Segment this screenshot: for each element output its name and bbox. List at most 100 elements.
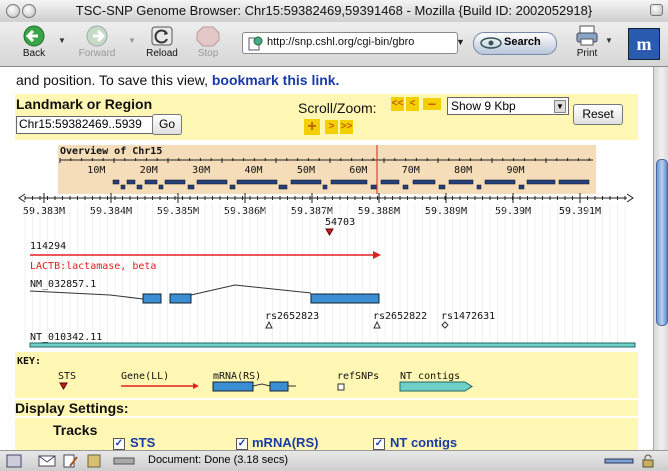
detail-tick-labels: 59.383M 59.384M 59.385M 59.386M 59.387M 59.38… <box>23 206 601 217</box>
key-panel: KEY: STS Gene(LL) mRNA(RS) refSNPs NT co… <box>15 352 638 398</box>
back-arrow-icon <box>21 24 47 48</box>
scroll-zoom-label: Scroll/Zoom: <box>298 100 377 116</box>
magnifier-icon <box>480 36 502 53</box>
forward-label: Forward <box>78 48 116 59</box>
overview-contig-block <box>196 179 228 185</box>
forward-history-dropdown-icon[interactable]: ▼ <box>128 36 136 45</box>
progress-icon <box>604 454 634 471</box>
scrollbar-thumb[interactable] <box>656 159 668 326</box>
overview-tick-label: 20M <box>140 165 158 176</box>
page-proxy-icon[interactable] <box>247 35 263 56</box>
overview-contig-block <box>402 184 409 190</box>
back-label: Back <box>22 48 46 59</box>
display-settings-panel: Display Settings: Tracks ✓ STS ✓ mRNA(RS… <box>15 400 638 450</box>
overview-contig-block <box>322 184 328 190</box>
key-mrna-exon-1 <box>212 381 254 392</box>
security-lock-icon[interactable] <box>641 454 655 471</box>
mrna-label: NM_032857.1 <box>30 279 96 290</box>
snp-marker-2 <box>373 320 381 329</box>
reset-button[interactable]: Reset <box>573 104 623 125</box>
snp-label-1: rs2652823 <box>265 311 319 322</box>
back-history-dropdown-icon[interactable]: ▼ <box>58 36 66 45</box>
detail-tick-label: 59.384M <box>90 206 132 217</box>
mail-icon[interactable] <box>38 454 56 471</box>
scroll-far-right-button[interactable]: >> <box>340 120 353 134</box>
scroll-far-left-button[interactable]: << <box>391 97 404 111</box>
detail-ticks <box>24 193 626 203</box>
genome-track-svg: Overview of Chr15 10M 20M 30M 40M 50M 60M 70M 8… <box>18 145 636 348</box>
status-text: Document: Done (3.18 secs) <box>148 454 289 466</box>
overview-contig-block <box>330 179 368 185</box>
key-refsnp-icon <box>337 383 345 391</box>
page-content: and position. To save this view, bookmar… <box>0 67 653 450</box>
overview-contig-block <box>558 179 590 185</box>
search-label: Search <box>504 36 541 48</box>
key-mrna-intron <box>252 383 271 387</box>
key-mrna-exon-2 <box>269 381 289 392</box>
forward-arrow-icon <box>84 24 110 48</box>
scroll-right-button[interactable]: > <box>325 120 338 134</box>
reload-icon <box>149 24 175 48</box>
key-gene-arrow-icon <box>193 383 199 389</box>
overview-tick-label: 70M <box>402 165 420 176</box>
print-dropdown-icon[interactable]: ▼ <box>605 36 613 45</box>
zoom-out-button[interactable]: − <box>423 97 441 111</box>
stop-button[interactable]: Stop <box>192 24 224 59</box>
vertical-scrollbar[interactable] <box>653 67 668 450</box>
detail-tick-label: 59.388M <box>358 206 400 217</box>
overview-tick-labels: 10M 20M 30M 40M 50M 60M 70M 80M 90M <box>87 165 524 176</box>
navigator-icon[interactable] <box>6 454 22 471</box>
nt-contigs-checkbox-label: NT contigs <box>390 435 458 450</box>
overview-contig-block <box>278 184 288 190</box>
overview-tick-label: 80M <box>454 165 472 176</box>
overview-contig-block <box>136 184 143 190</box>
mrna-exon-1 <box>142 293 162 304</box>
contig-label: NT_010342.11 <box>30 332 102 343</box>
sts-checkbox[interactable]: ✓ <box>113 438 125 450</box>
display-settings-title: Display Settings: <box>15 400 129 416</box>
reload-button[interactable]: Reload <box>142 24 182 59</box>
overview-contig-block <box>187 184 195 190</box>
overview-contig-block <box>126 179 136 185</box>
genome-track-panel: Overview of Chr15 10M 20M 30M 40M 50M 60M 70M 8… <box>15 143 638 348</box>
gene-arrowhead <box>373 251 381 259</box>
reload-label: Reload <box>146 48 178 59</box>
overview-contig-block <box>144 179 158 185</box>
tracks-label: Tracks <box>53 422 98 438</box>
region-input[interactable]: Chr15:59382469..5939 <box>16 116 155 134</box>
url-history-dropdown-icon[interactable]: ▼ <box>456 32 468 52</box>
mozilla-throbber-icon: m <box>628 28 660 60</box>
back-button[interactable]: Back <box>16 24 52 59</box>
overview-contig-block <box>158 184 164 190</box>
zoom-select[interactable]: Show 9 Kbp ▼ <box>447 97 569 115</box>
snp-label-3: rs1472631 <box>441 311 495 322</box>
scroll-left-button[interactable]: < <box>406 97 419 111</box>
forward-button[interactable]: Forward <box>74 24 120 59</box>
online-status-icon <box>112 454 136 471</box>
stop-icon <box>195 24 221 48</box>
nt-contigs-checkbox[interactable]: ✓ <box>373 438 385 450</box>
address-book-icon[interactable] <box>86 454 102 471</box>
snp-label-2: rs2652822 <box>373 311 427 322</box>
search-button[interactable]: Search <box>473 32 557 55</box>
zoom-in-button[interactable]: + <box>304 119 320 135</box>
overview-contig-block <box>484 179 516 185</box>
key-contig: NT contigs <box>400 371 460 382</box>
mrna-checkbox[interactable]: ✓ <box>236 438 248 450</box>
composer-icon[interactable] <box>62 454 78 471</box>
mrna-exon-2 <box>169 293 192 304</box>
url-text: http://snp.cshl.org/cgi-bin/gbro <box>267 36 415 48</box>
intro-sentence: and position. To save this view, <box>16 72 208 88</box>
mrna-exon-3 <box>310 293 380 304</box>
gene-id: 114294 <box>30 241 66 252</box>
zoom-select-value: Show 9 Kbp <box>451 99 516 113</box>
display-divider <box>15 416 638 418</box>
overview-contig-block <box>290 179 322 185</box>
url-field[interactable]: http://snp.cshl.org/cgi-bin/gbro <box>242 32 458 54</box>
go-button[interactable]: Go <box>152 114 182 135</box>
key-mrna: mRNA(RS) <box>213 371 261 382</box>
bookmark-link[interactable]: bookmark this link. <box>212 72 340 88</box>
overview-contig-block <box>438 184 446 190</box>
collapse-toolbar-button[interactable] <box>650 4 663 16</box>
print-button[interactable]: Print <box>569 24 605 59</box>
